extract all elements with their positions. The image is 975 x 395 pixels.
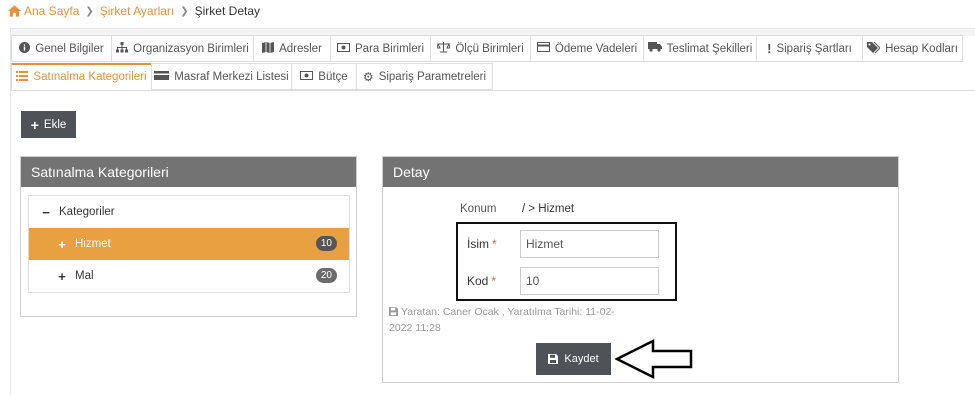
save-button[interactable]: Kaydet [536,343,611,375]
exclamation-icon: ! [767,41,772,56]
created-info-text: Yaratan: Caner Ocak , Yaratılma Tarihi: … [389,306,615,334]
tab-label: Sipariş Parametreleri [378,70,487,83]
credit-card-icon [536,42,550,55]
chevron-right-icon: ❯ [180,5,189,17]
money-icon [336,42,350,55]
code-label-text: Kod [467,274,489,288]
tab-para-birimleri[interactable]: Para Birimleri [330,35,431,62]
info-circle-icon [19,41,31,56]
tree-item-mal[interactable]: + Mal 20 [29,260,349,292]
tab-genel-bilgiler[interactable]: Genel Bilgiler [11,35,112,62]
required-mark: * [492,237,497,251]
category-tree: − Kategoriler + Hizmet 10 + Mal 20 [28,195,350,293]
home-icon [8,5,21,17]
tab-organizasyon-birimleri[interactable]: Organizasyon Birimleri [111,35,254,62]
count-badge: 20 [315,268,337,283]
tab-label: Genel Bilgiler [35,42,104,55]
tree-item-label: Hizmet [75,238,111,250]
tree-root-label: Kategoriler [59,206,115,218]
tab-teslimat-sekilleri[interactable]: Teslimat Şekilleri [643,35,757,62]
tab-label: Hesap Kodları [885,42,958,55]
categories-panel: Satınalma Kategorileri − Kategoriler + H… [20,156,357,317]
tab-siparis-parametreleri[interactable]: ⚙ Sipariş Parametreleri [356,63,493,90]
tab-butce[interactable]: Bütçe [291,63,357,90]
chevron-right-icon: ❯ [85,5,94,17]
breadcrumb-settings-link[interactable]: Şirket Ayarları [100,4,174,18]
gear-icon: ⚙ [362,69,374,84]
save-button-label: Kaydet [564,353,599,365]
breadcrumb-home-label: Ana Sayfa [24,4,80,18]
tab-label: Organizasyon Birimleri [133,42,249,55]
tab-adresler[interactable]: Adresler [253,35,331,62]
plus-icon: + [30,116,39,133]
tab-label: Masraf Merkezi Listesi [174,70,289,83]
sitemap-icon [116,41,129,56]
tab-olcu-birimleri[interactable]: Ölçü Birimleri [430,35,531,62]
add-button-label: Ekle [43,118,67,131]
tags-icon [867,41,881,56]
required-mark: * [491,274,497,288]
tab-label: Adresler [279,42,322,55]
truck-icon [647,42,662,55]
code-field-label: Kod * [467,274,496,288]
card-icon [154,70,170,83]
map-icon [262,41,275,56]
tabs-divider [11,90,975,91]
name-label-text: İsim [467,237,489,251]
tab-label: Bütçe [318,70,348,83]
tree-root[interactable]: − Kategoriler [29,196,349,228]
tabs-row-2: Satınalma Kategorileri Masraf Merkezi Li… [11,63,493,90]
tab-siparis-sartlari[interactable]: ! Sipariş Şartları [756,35,863,62]
tab-label: Ödeme Vadeleri [554,42,638,55]
code-input[interactable] [520,267,659,295]
name-field-label: İsim * [467,237,497,251]
tab-satinalma-kategorileri[interactable]: Satınalma Kategorileri [11,63,152,90]
konum-value: / > Hizmet [522,203,575,215]
created-info: Yaratan: Caner Ocak , Yaratılma Tarihi: … [389,304,629,336]
breadcrumb: Ana Sayfa ❯ Şirket Ayarları ❯ Şirket Det… [8,3,260,19]
count-badge: 10 [315,236,337,251]
balance-scale-icon [436,41,451,56]
tab-label: Satınalma Kategorileri [33,71,147,83]
breadcrumb-home-link[interactable]: Ana Sayfa [8,4,79,18]
konum-label: Konum [460,203,497,215]
tree-item-label: Mal [75,270,94,282]
save-icon [389,307,398,316]
tab-masraf-merkezi-listesi[interactable]: Masraf Merkezi Listesi [151,63,292,90]
tab-label: Teslimat Şekilleri [666,42,753,55]
tab-label: Ölçü Birimleri [455,42,524,55]
tab-label: Sipariş Şartları [776,42,852,55]
expand-icon[interactable]: + [57,269,67,284]
money-icon [300,70,314,83]
tab-hesap-kodlari[interactable]: Hesap Kodları [862,35,963,62]
save-icon [548,354,559,364]
list-icon [16,70,29,84]
tab-label: Para Birimleri [354,42,424,55]
expand-icon[interactable]: + [57,237,67,252]
collapse-icon[interactable]: − [41,205,51,220]
add-button[interactable]: + Ekle [21,111,76,138]
categories-panel-title: Satınalma Kategorileri [21,157,356,187]
tree-item-hizmet[interactable]: + Hizmet 10 [29,228,349,260]
tab-odeme-vadeleri[interactable]: Ödeme Vadeleri [530,35,644,62]
annotation-arrow-icon [615,339,693,379]
tabs-row-1: Genel Bilgiler Organizasyon Birimleri Ad… [11,35,963,62]
name-input[interactable] [520,230,659,258]
detail-panel-title: Detay [383,157,898,187]
breadcrumb-current: Şirket Detay [194,4,260,18]
